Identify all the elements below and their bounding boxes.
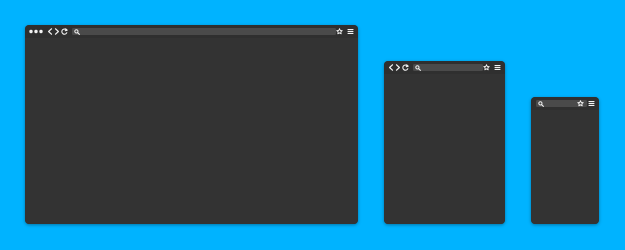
browser-viewport — [531, 110, 599, 224]
browser-toolbar — [25, 25, 358, 38]
browser-toolbar — [384, 61, 505, 74]
search-icon[interactable] — [538, 100, 544, 107]
menu-icon[interactable] — [347, 28, 354, 35]
window-dot-minimize[interactable] — [34, 29, 38, 34]
window-dots[interactable] — [29, 29, 43, 34]
menu-icon[interactable] — [494, 64, 501, 71]
browser-toolbar — [531, 97, 599, 110]
desktop-browser-window — [25, 25, 358, 224]
star-icon[interactable] — [483, 64, 490, 71]
reload-icon[interactable] — [402, 64, 409, 71]
browser-viewport — [25, 38, 358, 224]
search-icon[interactable] — [415, 64, 421, 71]
star-icon[interactable] — [336, 28, 343, 35]
back-icon[interactable] — [47, 28, 53, 35]
phone-browser-window — [531, 97, 599, 224]
window-dot-maximize[interactable] — [39, 29, 43, 34]
address-bar[interactable] — [72, 28, 336, 35]
menu-icon[interactable] — [588, 100, 595, 107]
address-bar[interactable] — [413, 64, 483, 71]
star-icon[interactable] — [577, 100, 584, 107]
tablet-browser-window — [384, 61, 505, 224]
forward-icon[interactable] — [395, 64, 401, 71]
back-icon[interactable] — [388, 64, 394, 71]
reload-icon[interactable] — [61, 28, 68, 35]
browser-viewport — [384, 74, 505, 224]
forward-icon[interactable] — [54, 28, 60, 35]
window-dot-close[interactable] — [29, 29, 33, 34]
search-icon[interactable] — [74, 28, 80, 35]
